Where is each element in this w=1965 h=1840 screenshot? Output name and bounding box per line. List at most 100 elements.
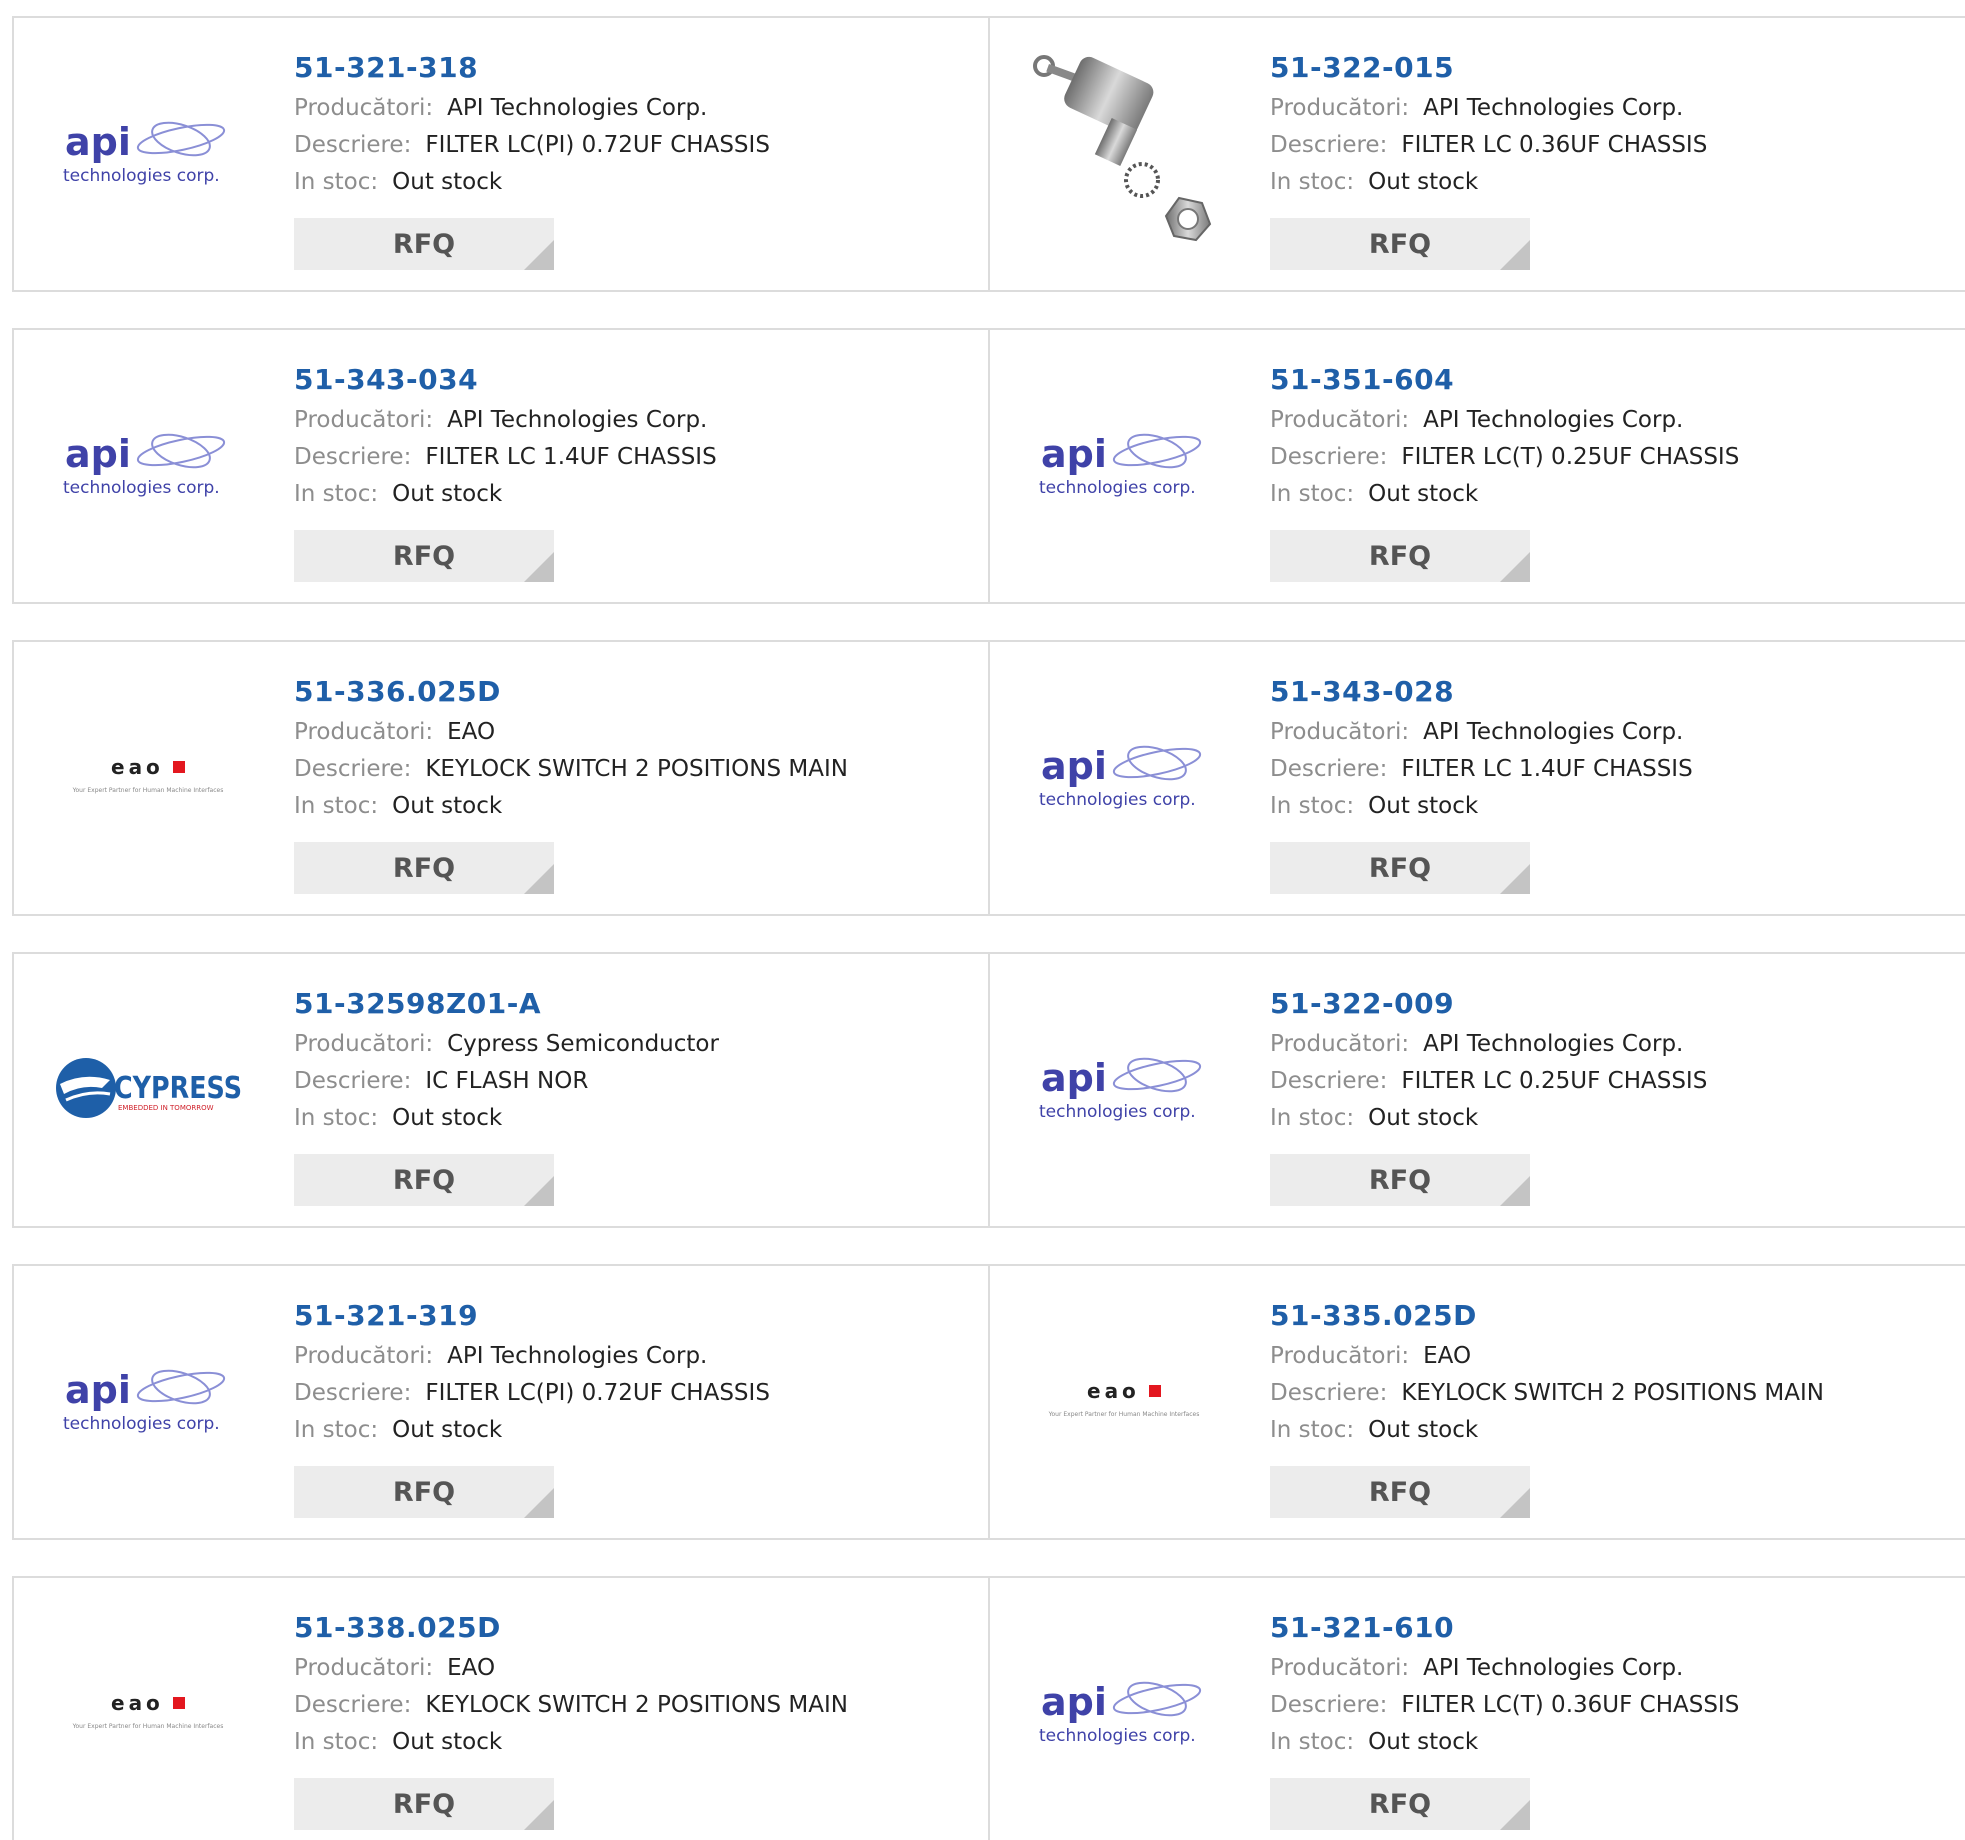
manufacturer-label: Producători:: [1270, 1031, 1410, 1057]
svg-text:technologies corp.: technologies corp.: [63, 478, 220, 498]
rfq-button[interactable]: RFQ: [294, 1778, 554, 1830]
part-number-link[interactable]: 51-321-319: [294, 1294, 968, 1338]
svg-text:api: api: [65, 1368, 131, 1412]
stock-value: Out stock: [392, 1729, 503, 1755]
product-info: 51-343-028 Producători: API Technologies …: [1270, 670, 1945, 825]
rfq-button[interactable]: RFQ: [294, 1154, 554, 1206]
stock-line: In stoc: Out stock: [294, 476, 968, 513]
part-number-link[interactable]: 51-338.025D: [294, 1606, 968, 1650]
rfq-label: RFQ: [1368, 1788, 1432, 1820]
rfq-button[interactable]: RFQ: [294, 842, 554, 894]
manufacturer-label: Producători:: [294, 719, 434, 745]
product-card: CYPRESS EMBEDDED IN TOMORROW 51-32598Z01-…: [12, 952, 990, 1228]
manufacturer-value: API Technologies Corp.: [1423, 1031, 1684, 1057]
description-line: Descriere: IC FLASH NOR: [294, 1063, 968, 1100]
rfq-corner-decoration: [524, 1488, 554, 1518]
svg-text:eao: eao: [111, 1691, 164, 1715]
rfq-button[interactable]: RFQ: [294, 1466, 554, 1518]
manufacturer-label: Producători:: [1270, 719, 1410, 745]
rfq-label: RFQ: [1368, 1476, 1432, 1508]
rfq-button[interactable]: RFQ: [1270, 1778, 1530, 1830]
rfq-button[interactable]: RFQ: [1270, 1154, 1530, 1206]
manufacturer-logo[interactable]: api technologies corp.: [48, 48, 248, 258]
product-row: api technologies corp. 51-343-034 Producă…: [12, 328, 1965, 604]
description-value: FILTER LC(PI) 0.72UF CHASSIS: [425, 132, 770, 158]
rfq-button[interactable]: RFQ: [294, 218, 554, 270]
stock-line: In stoc: Out stock: [294, 788, 968, 825]
rfq-button[interactable]: RFQ: [1270, 1466, 1530, 1518]
rfq-corner-decoration: [524, 1176, 554, 1206]
svg-text:api: api: [1041, 1680, 1107, 1724]
manufacturer-logo[interactable]: CYPRESS EMBEDDED IN TOMORROW: [48, 984, 248, 1194]
manufacturer-line: Producători: API Technologies Corp.: [1270, 1650, 1945, 1687]
stock-line: In stoc: Out stock: [1270, 1724, 1945, 1761]
product-row: api technologies corp. 51-321-319 Producă…: [12, 1264, 1965, 1540]
svg-text:api: api: [65, 432, 131, 476]
product-card: api technologies corp. 51-321-318 Producă…: [12, 16, 990, 292]
manufacturer-logo[interactable]: [1024, 48, 1224, 258]
rfq-button[interactable]: RFQ: [294, 530, 554, 582]
part-number-link[interactable]: 51-32598Z01-A: [294, 982, 968, 1026]
manufacturer-logo[interactable]: api technologies corp.: [1024, 984, 1224, 1194]
rfq-button[interactable]: RFQ: [1270, 530, 1530, 582]
stock-line: In stoc: Out stock: [1270, 164, 1945, 201]
rfq-button[interactable]: RFQ: [1270, 218, 1530, 270]
rfq-label: RFQ: [392, 1476, 456, 1508]
product-card: api technologies corp. 51-351-604 Producă…: [990, 328, 1965, 604]
manufacturer-line: Producători: EAO: [294, 1650, 968, 1687]
part-number-link[interactable]: 51-343-028: [1270, 670, 1945, 714]
description-value: FILTER LC(T) 0.36UF CHASSIS: [1401, 1692, 1740, 1718]
manufacturer-line: Producători: API Technologies Corp.: [1270, 1026, 1945, 1063]
manufacturer-value: API Technologies Corp.: [447, 407, 708, 433]
stock-value: Out stock: [392, 1105, 503, 1131]
manufacturer-line: Producători: API Technologies Corp.: [294, 1338, 968, 1375]
manufacturer-logo[interactable]: eao Your Expert Partner for Human Machine…: [48, 672, 248, 882]
manufacturer-logo[interactable]: eao Your Expert Partner for Human Machine…: [1024, 1296, 1224, 1506]
manufacturer-logo[interactable]: api technologies corp.: [48, 1296, 248, 1506]
description-value: FILTER LC 1.4UF CHASSIS: [425, 444, 717, 470]
stock-value: Out stock: [1368, 1729, 1479, 1755]
stock-label: In stoc:: [294, 1417, 379, 1443]
svg-text:api: api: [1041, 432, 1107, 476]
product-info: 51-322-015 Producători: API Technologies …: [1270, 46, 1945, 201]
manufacturer-value: API Technologies Corp.: [1423, 407, 1684, 433]
manufacturer-label: Producători:: [1270, 1343, 1410, 1369]
rfq-corner-decoration: [524, 552, 554, 582]
manufacturer-logo[interactable]: api technologies corp.: [48, 360, 248, 570]
product-row: eao Your Expert Partner for Human Machine…: [12, 1576, 1965, 1840]
description-value: FILTER LC 1.4UF CHASSIS: [1401, 756, 1693, 782]
product-card: eao Your Expert Partner for Human Machine…: [990, 1264, 1965, 1540]
manufacturer-logo[interactable]: api technologies corp.: [1024, 1608, 1224, 1818]
part-number-link[interactable]: 51-335.025D: [1270, 1294, 1945, 1338]
part-number-link[interactable]: 51-336.025D: [294, 670, 968, 714]
part-number-link[interactable]: 51-321-610: [1270, 1606, 1945, 1650]
manufacturer-logo[interactable]: eao Your Expert Partner for Human Machine…: [48, 1608, 248, 1818]
manufacturer-label: Producători:: [1270, 95, 1410, 121]
part-number-link[interactable]: 51-322-015: [1270, 46, 1945, 90]
description-line: Descriere: FILTER LC(T) 0.25UF CHASSIS: [1270, 439, 1945, 476]
rfq-corner-decoration: [1500, 552, 1530, 582]
stock-line: In stoc: Out stock: [1270, 476, 1945, 513]
product-info: 51-351-604 Producători: API Technologies …: [1270, 358, 1945, 513]
api-logo-icon: apitechnologies corp.: [1039, 1680, 1202, 1746]
rfq-button[interactable]: RFQ: [1270, 842, 1530, 894]
manufacturer-logo[interactable]: api technologies corp.: [1024, 360, 1224, 570]
stock-label: In stoc:: [294, 793, 379, 819]
manufacturer-line: Producători: API Technologies Corp.: [1270, 90, 1945, 127]
manufacturer-value: API Technologies Corp.: [447, 95, 708, 121]
description-line: Descriere: FILTER LC 0.36UF CHASSIS: [1270, 127, 1945, 164]
part-number-link[interactable]: 51-343-034: [294, 358, 968, 402]
description-label: Descriere:: [1270, 1380, 1388, 1406]
part-number-link[interactable]: 51-322-009: [1270, 982, 1945, 1026]
manufacturer-line: Producători: EAO: [294, 714, 968, 751]
part-number-link[interactable]: 51-351-604: [1270, 358, 1945, 402]
rfq-label: RFQ: [1368, 540, 1432, 572]
manufacturer-logo[interactable]: api technologies corp.: [1024, 672, 1224, 882]
stock-line: In stoc: Out stock: [1270, 788, 1945, 825]
svg-text:eao: eao: [111, 755, 164, 779]
description-value: KEYLOCK SWITCH 2 POSITIONS MAIN: [1401, 1380, 1824, 1406]
description-value: IC FLASH NOR: [425, 1068, 589, 1094]
svg-text:api: api: [65, 120, 131, 164]
product-card: eao Your Expert Partner for Human Machine…: [12, 1576, 990, 1840]
part-number-link[interactable]: 51-321-318: [294, 46, 968, 90]
